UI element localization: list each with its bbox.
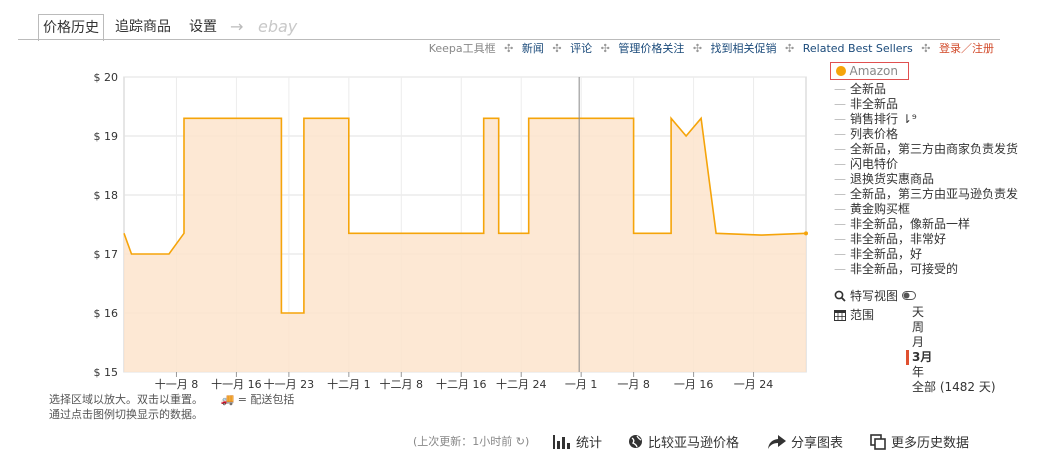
legend-dash-icon: — [834, 97, 846, 111]
y-tick-label: $ 19 [94, 130, 119, 143]
last-update: (上次更新：1小时前 ↻) [413, 433, 529, 449]
range-options: 天周月 3月年全部 (1482 天) [906, 305, 996, 395]
bar-chart-icon [553, 434, 570, 449]
calendar-icon [834, 309, 846, 321]
x-tick-label: 十一月 16 [211, 377, 262, 391]
legend: Amazon — 全新品 — 非全新品 — 销售排行 ⇂⁹ — 列表价格 — 全新品，第三方由商家… [830, 62, 1018, 277]
legend-item[interactable]: — 全新品，第三方由亚马逊负责发 [830, 187, 1018, 202]
range-option[interactable]: 天 [912, 305, 996, 320]
legend-item[interactable]: — 列表价格 [830, 127, 1018, 142]
legend-item[interactable]: — 非全新品，可接受的 [830, 262, 1018, 277]
hint-legend: 通过点击图例切换显示的数据。 [49, 408, 203, 421]
legend-item-label: 全新品 [850, 82, 887, 96]
refresh-icon[interactable]: ↻) [516, 435, 530, 448]
amazon-dot-icon [836, 66, 846, 76]
x-tick-label: 十二月 24 [496, 377, 547, 391]
legend-item[interactable]: — 闪电特价 [830, 157, 1018, 172]
y-tick-label: $ 17 [94, 248, 119, 261]
legend-item[interactable]: — 退换货实惠商品 [830, 172, 1018, 187]
legend-item-label: 退换货实惠商品 [850, 172, 935, 186]
x-tick-label: 十一月 23 [264, 377, 315, 391]
legend-dash-icon: — [834, 172, 846, 186]
legend-item-label: 全新品，第三方由商家负责发货 [850, 142, 1019, 156]
legend-item-label: 非全新品 [850, 97, 899, 111]
y-tick-label: $ 16 [94, 307, 119, 320]
x-tick-label: 十二月 16 [436, 377, 487, 391]
range-option[interactable]: 全部 (1482 天) [912, 380, 996, 395]
legend-dash-icon: — [834, 232, 846, 246]
share-button[interactable]: 分享图表 [768, 432, 843, 451]
legend-dash-icon: — [834, 202, 846, 216]
legend-items: — 全新品 — 非全新品 — 销售排行 ⇂⁹ — 列表价格 — 全新品，第三方由商家负责发货 — 闪电… [830, 82, 1018, 277]
copy-icon [870, 433, 886, 450]
range-row: 范围 [834, 306, 874, 323]
legend-dash-icon: — [834, 217, 846, 231]
legend-dash-icon: — [834, 157, 846, 171]
legend-item[interactable]: — 非全新品，非常好 [830, 232, 1018, 247]
range-option[interactable]: 3月 [906, 350, 996, 365]
legend-amazon-label: Amazon [849, 64, 899, 78]
search-icon [834, 290, 846, 302]
compare-label: 比较亚马逊价格 [648, 436, 740, 451]
legend-item[interactable]: — 销售排行 ⇂⁹ [830, 112, 1018, 127]
range-option[interactable]: 月 [912, 335, 996, 350]
last-update-text: (上次更新：1小时前 [413, 435, 513, 448]
legend-item[interactable]: — 非全新品，像新品一样 [830, 217, 1018, 232]
compare-button[interactable]: 比较亚马逊价格 [628, 432, 739, 451]
x-tick-label: 十一月 8 [155, 377, 199, 391]
toggle-icon[interactable] [902, 291, 917, 300]
y-tick-label: $ 20 [94, 71, 119, 84]
y-tick-label: $ 15 [94, 366, 119, 379]
more-history-label: 更多历史数据 [891, 436, 970, 451]
legend-item-label: 非全新品，非常好 [850, 232, 947, 246]
x-tick-label: 十二月 1 [327, 377, 371, 391]
more-history-button[interactable]: 更多历史数据 [870, 432, 969, 451]
amazon-last-point [804, 231, 808, 236]
y-tick-label: $ 18 [94, 189, 119, 202]
legend-dash-icon: — [834, 112, 846, 126]
legend-item[interactable]: — 非全新品 [830, 97, 1018, 112]
legend-item-label: 闪电特价 [850, 157, 899, 171]
x-tick-label: 一月 8 [617, 378, 650, 391]
legend-item[interactable]: — 非全新品，好 [830, 247, 1018, 262]
special-view-toggle[interactable]: 特写视图 [834, 287, 917, 304]
share-label: 分享图表 [791, 436, 844, 451]
legend-item-label: 黄金购买框 [850, 202, 911, 216]
legend-item-label: 列表价格 [850, 127, 899, 141]
legend-dash-icon: — [834, 187, 846, 201]
special-view-label: 特写视图 [850, 289, 899, 303]
x-tick-label: 十二月 8 [380, 377, 424, 391]
range-label: 范围 [850, 308, 875, 322]
legend-item-label: 销售排行 ⇂⁹ [850, 112, 917, 126]
range-option[interactable]: 年 [912, 365, 996, 380]
legend-item[interactable]: — 全新品 [830, 82, 1018, 97]
legend-amazon[interactable]: Amazon [830, 62, 909, 80]
legend-item-label: 非全新品，可接受的 [850, 262, 959, 276]
x-tick-label: 一月 1 [565, 378, 598, 391]
legend-item-label: 非全新品，好 [850, 247, 923, 261]
legend-dash-icon: — [834, 142, 846, 156]
legend-item-label: 全新品，第三方由亚马逊负责发 [850, 187, 1019, 201]
legend-item[interactable]: — 全新品，第三方由商家负责发货 [830, 142, 1018, 157]
stats-label: 统计 [576, 436, 603, 451]
legend-item-label: 非全新品，像新品一样 [850, 217, 971, 231]
legend-item[interactable]: — 黄金购买框 [830, 202, 1018, 217]
range-option[interactable]: 周 [912, 320, 996, 335]
hint-zoom: 选择区域以放大。双击以重置。 🚚 = 配送包括 [49, 391, 294, 407]
x-tick-label: 一月 16 [674, 378, 714, 391]
globe-icon [629, 435, 642, 448]
legend-dash-icon: — [834, 127, 846, 141]
hint-shipping-text: = 配送包括 [237, 393, 295, 406]
x-tick-label: 一月 24 [734, 378, 774, 391]
share-icon [768, 434, 786, 449]
legend-dash-icon: — [834, 247, 846, 261]
legend-dash-icon: — [834, 262, 846, 276]
truck-icon: 🚚 [220, 393, 235, 406]
hint-zoom-text: 选择区域以放大。双击以重置。 [49, 393, 203, 406]
legend-dash-icon: — [834, 82, 846, 96]
stats-button[interactable]: 统计 [553, 432, 602, 451]
footer: (上次更新：1小时前 ↻) 统计 比较亚马逊价格 分享图表 更多历史数据 [0, 432, 1046, 452]
